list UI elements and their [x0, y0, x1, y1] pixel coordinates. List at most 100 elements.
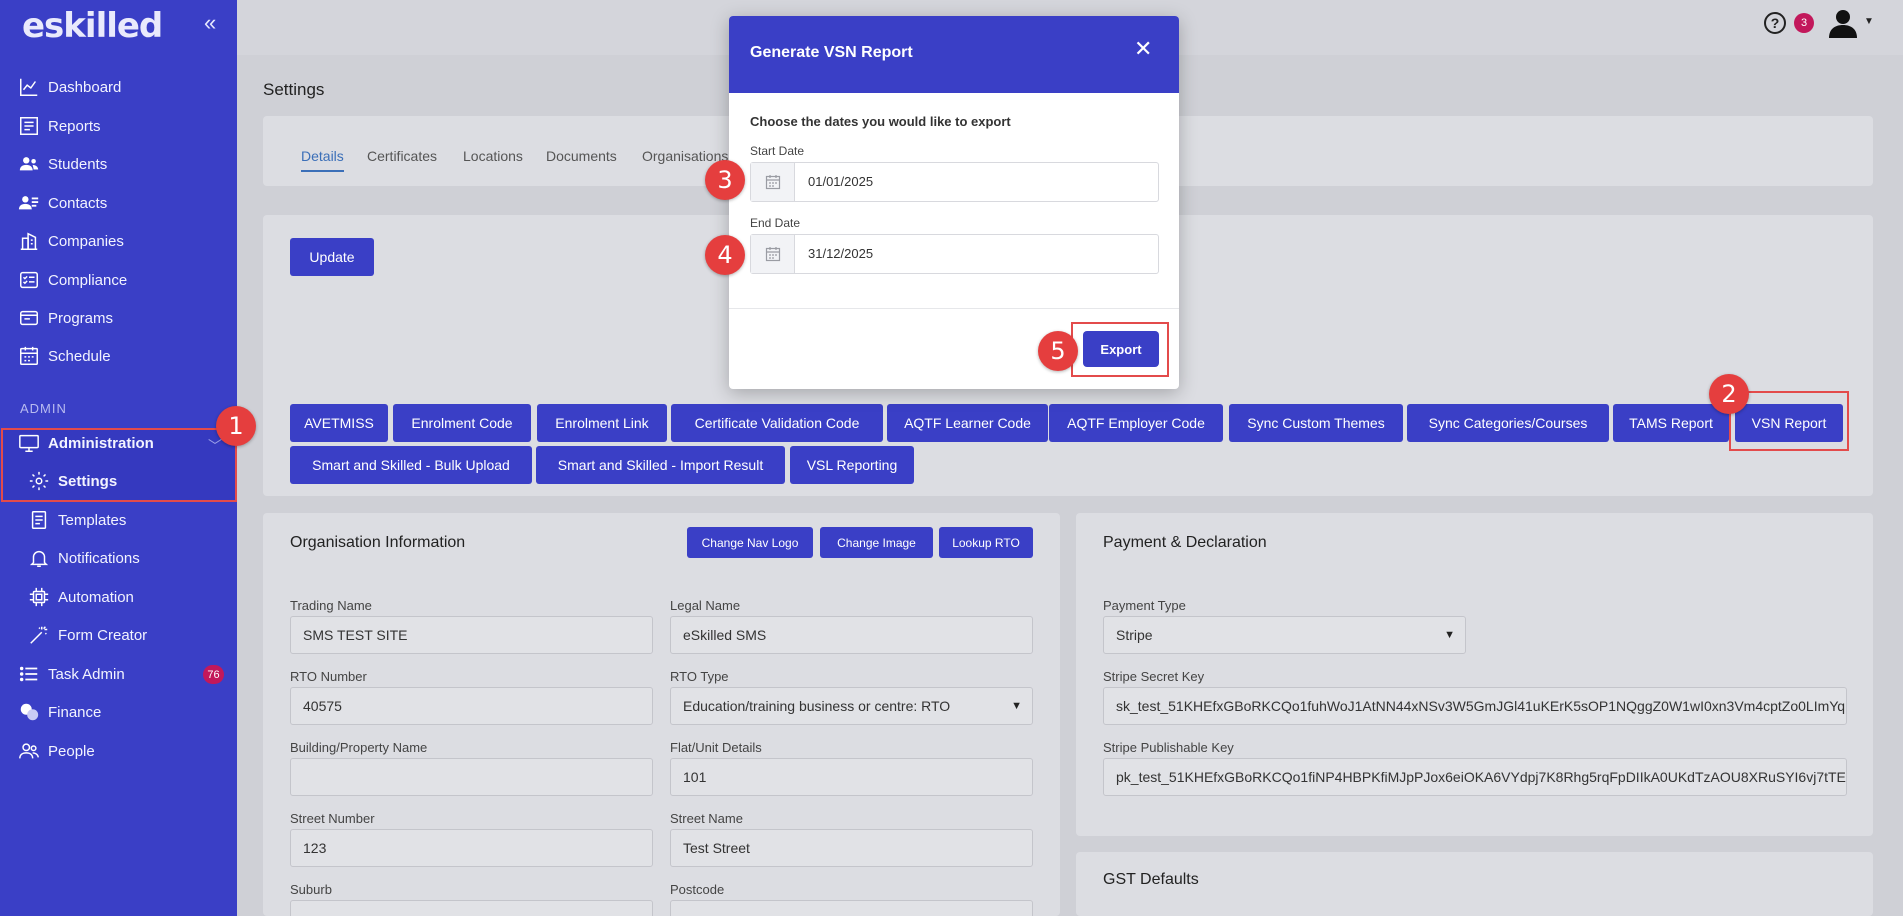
sync-custom-themes-button[interactable]: Sync Custom Themes	[1229, 404, 1403, 442]
calendar-icon[interactable]	[751, 163, 795, 201]
legal-name-label: Legal Name	[670, 598, 741, 613]
enrolment-link-button[interactable]: Enrolment Link	[537, 404, 667, 442]
sidebar-item-task-admin[interactable]: Task Admin	[18, 659, 125, 689]
sidebar-item-label: People	[48, 742, 95, 760]
sidebar-item-students[interactable]: Students	[18, 149, 107, 179]
street-number-label: Street Number	[290, 811, 375, 826]
sidebar-item-label: Dashboard	[48, 78, 122, 96]
template-icon	[28, 509, 54, 531]
list-icon	[18, 663, 44, 685]
stripe-publishable-key-label: Stripe Publishable Key	[1103, 740, 1234, 755]
rto-type-select[interactable]: Education/training business or centre: R…	[670, 687, 1033, 725]
end-date-field[interactable]: 31/12/2025	[750, 234, 1159, 274]
flat-unit-label: Flat/Unit Details	[670, 740, 762, 755]
street-number-input[interactable]: 123	[290, 829, 653, 867]
sidebar-item-label: Reports	[48, 117, 101, 135]
aqtf-employer-code-button[interactable]: AQTF Employer Code	[1049, 404, 1223, 442]
sidebar-item-label: Finance	[48, 703, 102, 721]
start-date-label: Start Date	[750, 144, 805, 158]
tab-documents[interactable]: Documents	[546, 148, 617, 164]
street-name-input[interactable]: Test Street	[670, 829, 1033, 867]
certificate-validation-code-button[interactable]: Certificate Validation Code	[671, 404, 883, 442]
building-name-input[interactable]	[290, 758, 653, 796]
brand-logo[interactable]: eskilled	[22, 6, 163, 46]
modal-instructions: Choose the dates you would like to expor…	[750, 114, 1011, 129]
sidebar-item-label: Companies	[48, 232, 124, 250]
legal-name-input[interactable]: eSkilled SMS	[670, 616, 1033, 654]
bell-icon	[28, 547, 54, 569]
sidebar-item-programs[interactable]: Programs	[18, 303, 113, 333]
rto-type-label: RTO Type	[670, 669, 729, 684]
sidebar-item-settings[interactable]: Settings	[28, 466, 117, 496]
enrolment-code-button[interactable]: Enrolment Code	[393, 404, 531, 442]
step-marker-3: 3	[705, 160, 745, 200]
aqtf-learner-code-button[interactable]: AQTF Learner Code	[887, 404, 1048, 442]
update-button[interactable]: Update	[290, 238, 374, 276]
notification-badge[interactable]: 3	[1794, 13, 1814, 33]
tab-locations[interactable]: Locations	[463, 148, 523, 164]
chip-icon	[28, 586, 54, 608]
sidebar-item-label: Automation	[58, 588, 134, 606]
sidebar-item-reports[interactable]: Reports	[18, 111, 101, 141]
sidebar-item-label: Contacts	[48, 194, 108, 212]
trading-name-input[interactable]: SMS TEST SITE	[290, 616, 653, 654]
end-date-label: End Date	[750, 216, 801, 230]
calendar-icon	[18, 345, 44, 367]
suburb-label: Suburb	[290, 882, 332, 897]
avetmiss-button[interactable]: AVETMISS	[290, 404, 388, 442]
street-name-label: Street Name	[670, 811, 743, 826]
sync-categories-courses-button[interactable]: Sync Categories/Courses	[1407, 404, 1609, 442]
programs-icon	[18, 307, 44, 329]
start-date-field[interactable]: 01/01/2025	[750, 162, 1159, 202]
tab-details[interactable]: Details	[301, 148, 344, 172]
chevron-down-icon: ▼	[1011, 700, 1022, 712]
payment-type-select[interactable]: Stripe ▼	[1103, 616, 1466, 654]
tab-certificates[interactable]: Certificates	[367, 148, 437, 164]
sidebar-item-notifications[interactable]: Notifications	[28, 543, 140, 573]
end-date-input[interactable]: 31/12/2025	[808, 246, 873, 261]
sidebar-item-companies[interactable]: Companies	[18, 226, 124, 256]
stripe-publishable-key-input[interactable]: pk_test_51KHEfxGBoRKCQo1fiNP4HBPKfiMJpPJ…	[1103, 758, 1847, 796]
sidebar-item-schedule[interactable]: Schedule	[18, 341, 111, 371]
page-title: Settings	[263, 80, 325, 99]
help-icon[interactable]: ?	[1764, 12, 1786, 34]
stripe-secret-key-label: Stripe Secret Key	[1103, 669, 1205, 684]
building-name-label: Building/Property Name	[290, 740, 428, 755]
postcode-input[interactable]	[670, 900, 1033, 916]
lookup-rto-button[interactable]: Lookup RTO	[939, 527, 1033, 558]
sidebar-item-finance[interactable]: Finance	[18, 697, 101, 727]
payment-type-label: Payment Type	[1103, 598, 1186, 613]
sidebar-item-label: Settings	[58, 472, 118, 490]
change-nav-logo-button[interactable]: Change Nav Logo	[687, 527, 813, 558]
suburb-input[interactable]	[290, 900, 653, 916]
smart-skilled-bulk-upload-button[interactable]: Smart and Skilled - Bulk Upload	[290, 446, 532, 484]
sidebar-item-templates[interactable]: Templates	[28, 505, 126, 535]
flat-unit-input[interactable]: 101	[670, 758, 1033, 796]
step-marker-5: 5	[1038, 331, 1078, 371]
stripe-secret-key-input[interactable]: sk_test_51KHEfxGBoRKCQo1fuhWoJ1AtNN44xNS…	[1103, 687, 1847, 725]
smart-skilled-import-result-button[interactable]: Smart and Skilled - Import Result	[536, 446, 785, 484]
tams-report-button[interactable]: TAMS Report	[1613, 404, 1729, 442]
rto-number-input[interactable]: 40575	[290, 687, 653, 725]
vsl-reporting-button[interactable]: VSL Reporting	[790, 446, 914, 484]
trading-name-label: Trading Name	[290, 598, 372, 613]
sidebar-item-administration[interactable]: Administration	[18, 428, 154, 458]
sidebar-item-compliance[interactable]: Compliance	[18, 265, 127, 295]
sidebar-item-label: Students	[48, 155, 108, 173]
checklist-icon	[18, 269, 44, 291]
rto-type-value: Education/training business or centre: R…	[683, 698, 951, 714]
sidebar-item-dashboard[interactable]: Dashboard	[18, 72, 121, 102]
rto-number-label: RTO Number	[290, 669, 367, 684]
start-date-input[interactable]: 01/01/2025	[808, 174, 873, 189]
calendar-icon[interactable]	[751, 235, 795, 273]
collapse-sidebar-icon[interactable]: «	[204, 10, 216, 36]
sidebar-item-contacts[interactable]: Contacts	[18, 188, 107, 218]
user-menu-caret-icon[interactable]: ▼	[1864, 16, 1874, 27]
sidebar-item-people[interactable]: People	[18, 736, 95, 766]
sidebar-item-automation[interactable]: Automation	[28, 582, 134, 612]
change-image-button[interactable]: Change Image	[820, 527, 933, 558]
sidebar-item-form-creator[interactable]: Form Creator	[28, 620, 147, 650]
close-icon[interactable]: ✕	[1134, 36, 1152, 62]
user-avatar-icon[interactable]	[1826, 8, 1860, 43]
sidebar-item-label: Templates	[58, 511, 127, 529]
